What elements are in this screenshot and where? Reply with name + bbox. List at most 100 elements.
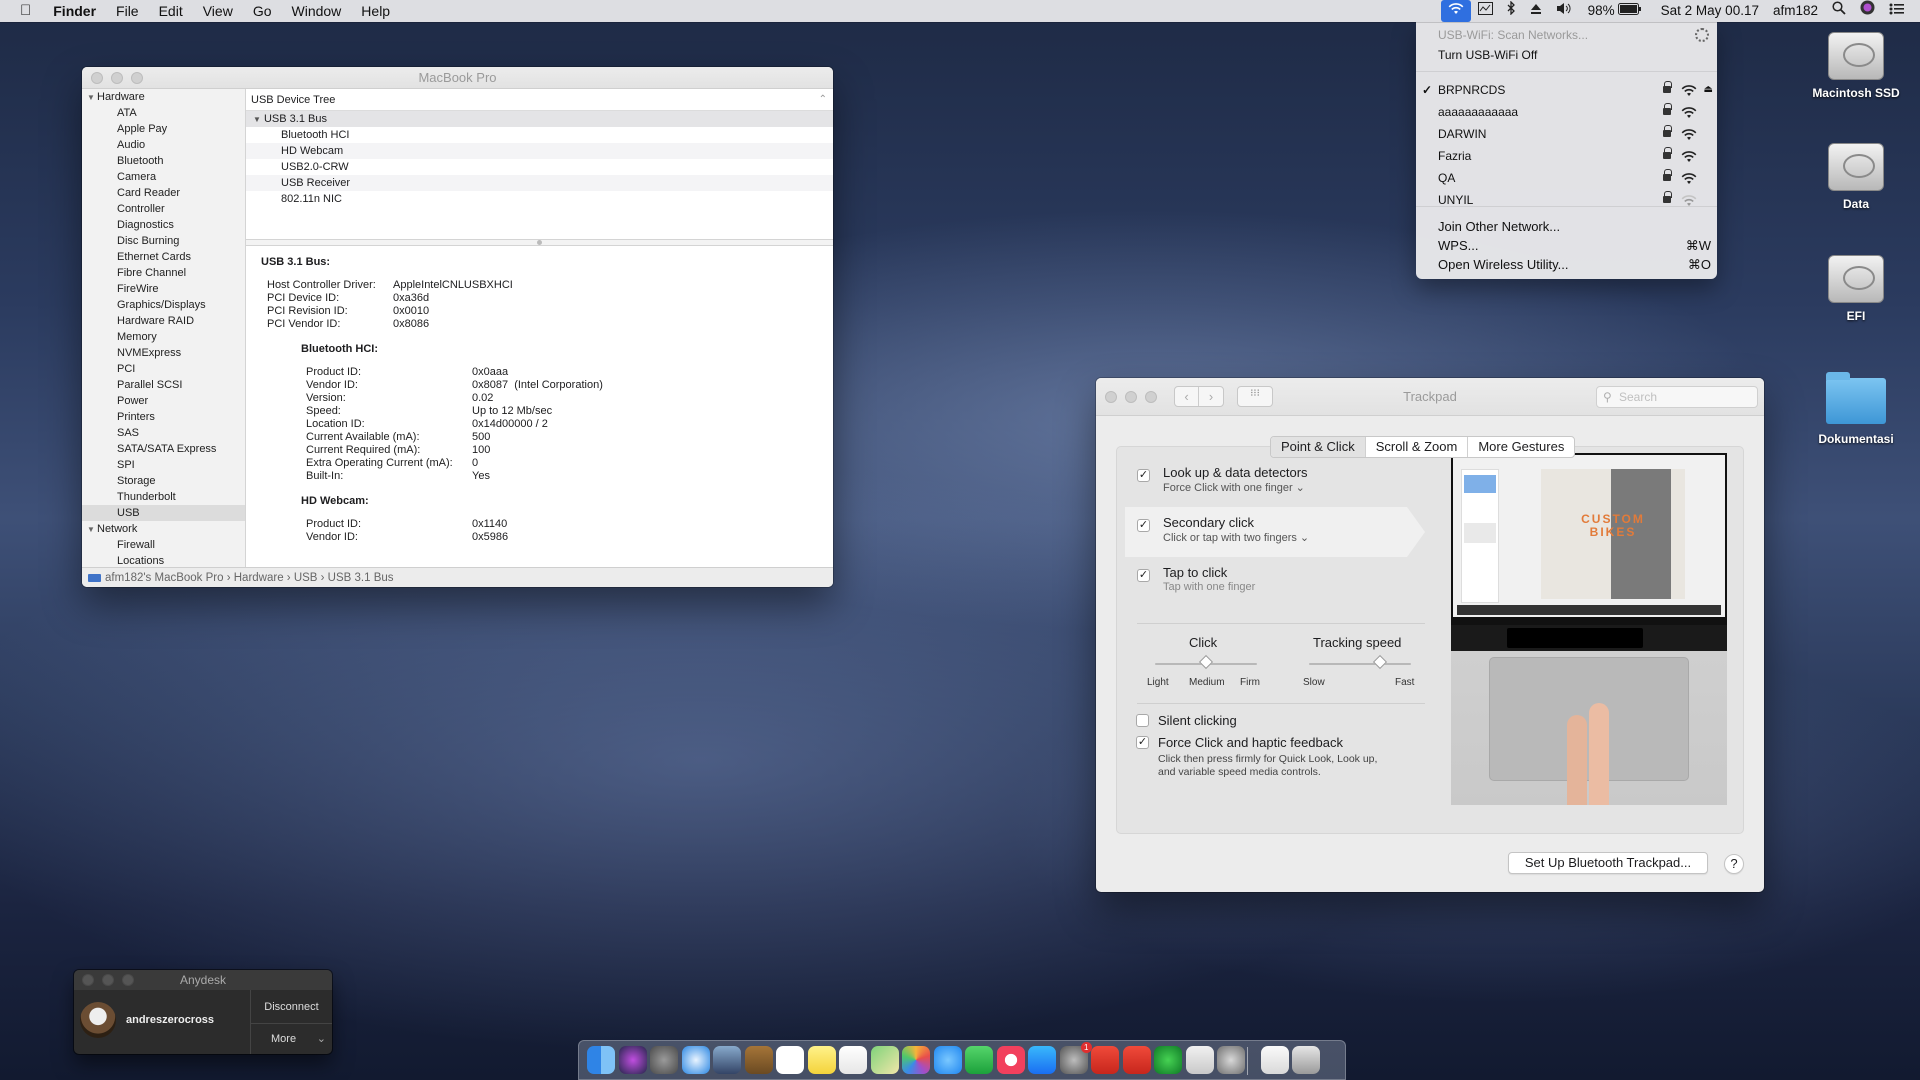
stickies-icon[interactable] — [807, 1046, 836, 1074]
safari-icon[interactable] — [681, 1046, 710, 1074]
sidebar-group-hardware[interactable]: ▼ Hardware — [82, 89, 245, 105]
zoom-button[interactable] — [122, 974, 134, 986]
zoom-button[interactable] — [1145, 391, 1157, 403]
sidebar-item[interactable]: PCI — [82, 361, 245, 377]
tracking-slider-track[interactable] — [1309, 663, 1411, 665]
minimize-button[interactable] — [102, 974, 114, 986]
desktop-icon-data[interactable]: Data — [1801, 143, 1911, 211]
sidebar-item[interactable]: Camera — [82, 169, 245, 185]
tree-row-parent[interactable]: ▼ USB 3.1 Bus — [246, 111, 833, 127]
sidebar-item[interactable]: Thunderbolt — [82, 489, 245, 505]
window-titlebar[interactable]: MacBook Pro — [82, 67, 833, 89]
wifi-network-item[interactable]: aaaaaaaaaaaa — [1416, 102, 1717, 122]
tab-scroll-zoom[interactable]: Scroll & Zoom — [1366, 437, 1469, 457]
sidebar-item[interactable]: Diagnostics — [82, 217, 245, 233]
user-menu[interactable]: afm182 — [1766, 0, 1825, 22]
menu-view[interactable]: View — [193, 0, 243, 22]
close-button[interactable] — [91, 72, 103, 84]
help-button[interactable]: ? — [1724, 854, 1744, 874]
sidebar-item[interactable]: USB — [82, 505, 245, 521]
tree-row[interactable]: USB2.0-CRW — [246, 159, 833, 175]
wifi-network-item[interactable]: QA — [1416, 168, 1717, 188]
sidebar-item[interactable]: Printers — [82, 409, 245, 425]
sidebar-item[interactable]: Fibre Channel — [82, 265, 245, 281]
preview-icon[interactable] — [713, 1046, 741, 1074]
app-menu[interactable]: Finder — [43, 0, 106, 22]
tree-row[interactable]: HD Webcam — [246, 143, 833, 159]
silent-clicking-checkbox[interactable] — [1136, 714, 1149, 727]
calendar-icon[interactable] — [776, 1046, 804, 1074]
close-button[interactable] — [1105, 391, 1117, 403]
script-editor-icon[interactable] — [1185, 1046, 1214, 1074]
facetime-icon[interactable] — [965, 1046, 993, 1074]
sidebar-item[interactable]: SPI — [82, 457, 245, 473]
setup-bluetooth-trackpad-button[interactable]: Set Up Bluetooth Trackpad... — [1508, 852, 1708, 874]
tab-point-click[interactable]: Point & Click — [1271, 437, 1366, 457]
tab-more-gestures[interactable]: More Gestures — [1468, 437, 1574, 457]
battery-percent[interactable]: 98% — [1581, 0, 1618, 22]
volume-icon[interactable] — [1549, 0, 1581, 22]
lookup-checkbox[interactable]: ✓ — [1137, 469, 1150, 482]
join-other-network-item[interactable]: Join Other Network... — [1416, 217, 1717, 237]
anydesk-icon[interactable] — [1091, 1046, 1119, 1074]
close-button[interactable] — [82, 974, 94, 986]
trash-icon[interactable] — [1292, 1046, 1320, 1074]
click-slider-knob[interactable] — [1198, 654, 1214, 670]
maps-icon[interactable] — [870, 1046, 899, 1074]
desktop-icon-macintosh-ssd[interactable]: Macintosh SSD — [1801, 32, 1911, 100]
activity-monitor-icon[interactable] — [1471, 0, 1500, 22]
sidebar-item[interactable]: Controller — [82, 201, 245, 217]
notes-icon[interactable] — [744, 1046, 773, 1074]
siri-icon[interactable] — [618, 1046, 647, 1074]
sidebar-item[interactable]: Disc Burning — [82, 233, 245, 249]
wifi-status-icon[interactable] — [1440, 0, 1471, 22]
clock[interactable]: Sat 2 May 00.17 — [1649, 0, 1766, 22]
forward-chevron-icon[interactable]: › — [1199, 387, 1223, 406]
sidebar-item[interactable]: Bluetooth — [82, 153, 245, 169]
bluetooth-icon[interactable] — [1500, 0, 1523, 22]
system-preferences-icon[interactable]: 1 — [1059, 1042, 1092, 1074]
battery-icon[interactable] — [1617, 0, 1649, 22]
sidebar-item[interactable]: Audio — [82, 137, 245, 153]
eject-icon[interactable]: ⏏ — [1704, 80, 1713, 100]
search-field[interactable]: ⚲ Search — [1596, 386, 1758, 408]
sidebar-item[interactable]: Firewall — [82, 537, 245, 553]
show-all-grid-icon[interactable]: ⁝⁝⁝ — [1237, 386, 1273, 407]
minimize-button[interactable] — [111, 72, 123, 84]
option-subtitle-dropdown[interactable]: Force Click with one finger ⌄ — [1163, 481, 1305, 494]
sidebar-item[interactable]: SAS — [82, 425, 245, 441]
sidebar-item[interactable]: SATA/SATA Express — [82, 441, 245, 457]
window-titlebar[interactable]: ‹ › ⁝⁝⁝ Trackpad ⚲ Search — [1096, 378, 1764, 416]
sidebar-item[interactable]: Storage — [82, 473, 245, 489]
wifi-network-item[interactable]: Fazria — [1416, 146, 1717, 166]
sidebar-item[interactable]: Locations — [82, 553, 245, 567]
minimize-button[interactable] — [1125, 391, 1137, 403]
sort-chevron-icon[interactable]: ⌃ — [819, 89, 827, 111]
sidebar-item[interactable]: ATA — [82, 105, 245, 121]
disk-utility-icon[interactable] — [1217, 1046, 1245, 1074]
sidebar-group-network[interactable]: ▼ Network — [82, 521, 245, 537]
wps-item[interactable]: WPS... ⌘W — [1416, 236, 1717, 256]
desktop-icon-efi[interactable]: EFI — [1801, 255, 1911, 323]
turn-wifi-off-item[interactable]: Turn USB-WiFi Off — [1416, 45, 1717, 65]
menu-edit[interactable]: Edit — [149, 0, 193, 22]
photos-icon[interactable] — [902, 1046, 930, 1074]
menu-help[interactable]: Help — [351, 0, 400, 22]
documents-stack-icon[interactable] — [1260, 1046, 1289, 1074]
menu-window[interactable]: Window — [282, 0, 352, 22]
sidebar-item[interactable]: Power — [82, 393, 245, 409]
apple-menu-icon[interactable]:  — [0, 0, 43, 22]
zoom-button[interactable] — [131, 72, 143, 84]
finder-icon[interactable] — [587, 1046, 615, 1074]
secondary-click-checkbox[interactable]: ✓ — [1137, 519, 1150, 532]
wifi-network-item[interactable]: DARWIN — [1416, 124, 1717, 144]
wifi-network-item[interactable]: ✓ BRPNRCDS ⏏ — [1416, 80, 1717, 100]
sidebar-item[interactable]: NVMExpress — [82, 345, 245, 361]
disclosure-triangle-icon[interactable]: ▼ — [87, 522, 97, 538]
disclosure-triangle-icon[interactable]: ▼ — [253, 115, 261, 124]
sidebar-item[interactable]: Memory — [82, 329, 245, 345]
disconnect-button[interactable]: Disconnect — [251, 992, 332, 1022]
more-dropdown[interactable]: More ⌄ — [251, 1024, 332, 1054]
disclosure-triangle-icon[interactable]: ▼ — [87, 90, 97, 106]
sidebar-item[interactable]: Hardware RAID — [82, 313, 245, 329]
